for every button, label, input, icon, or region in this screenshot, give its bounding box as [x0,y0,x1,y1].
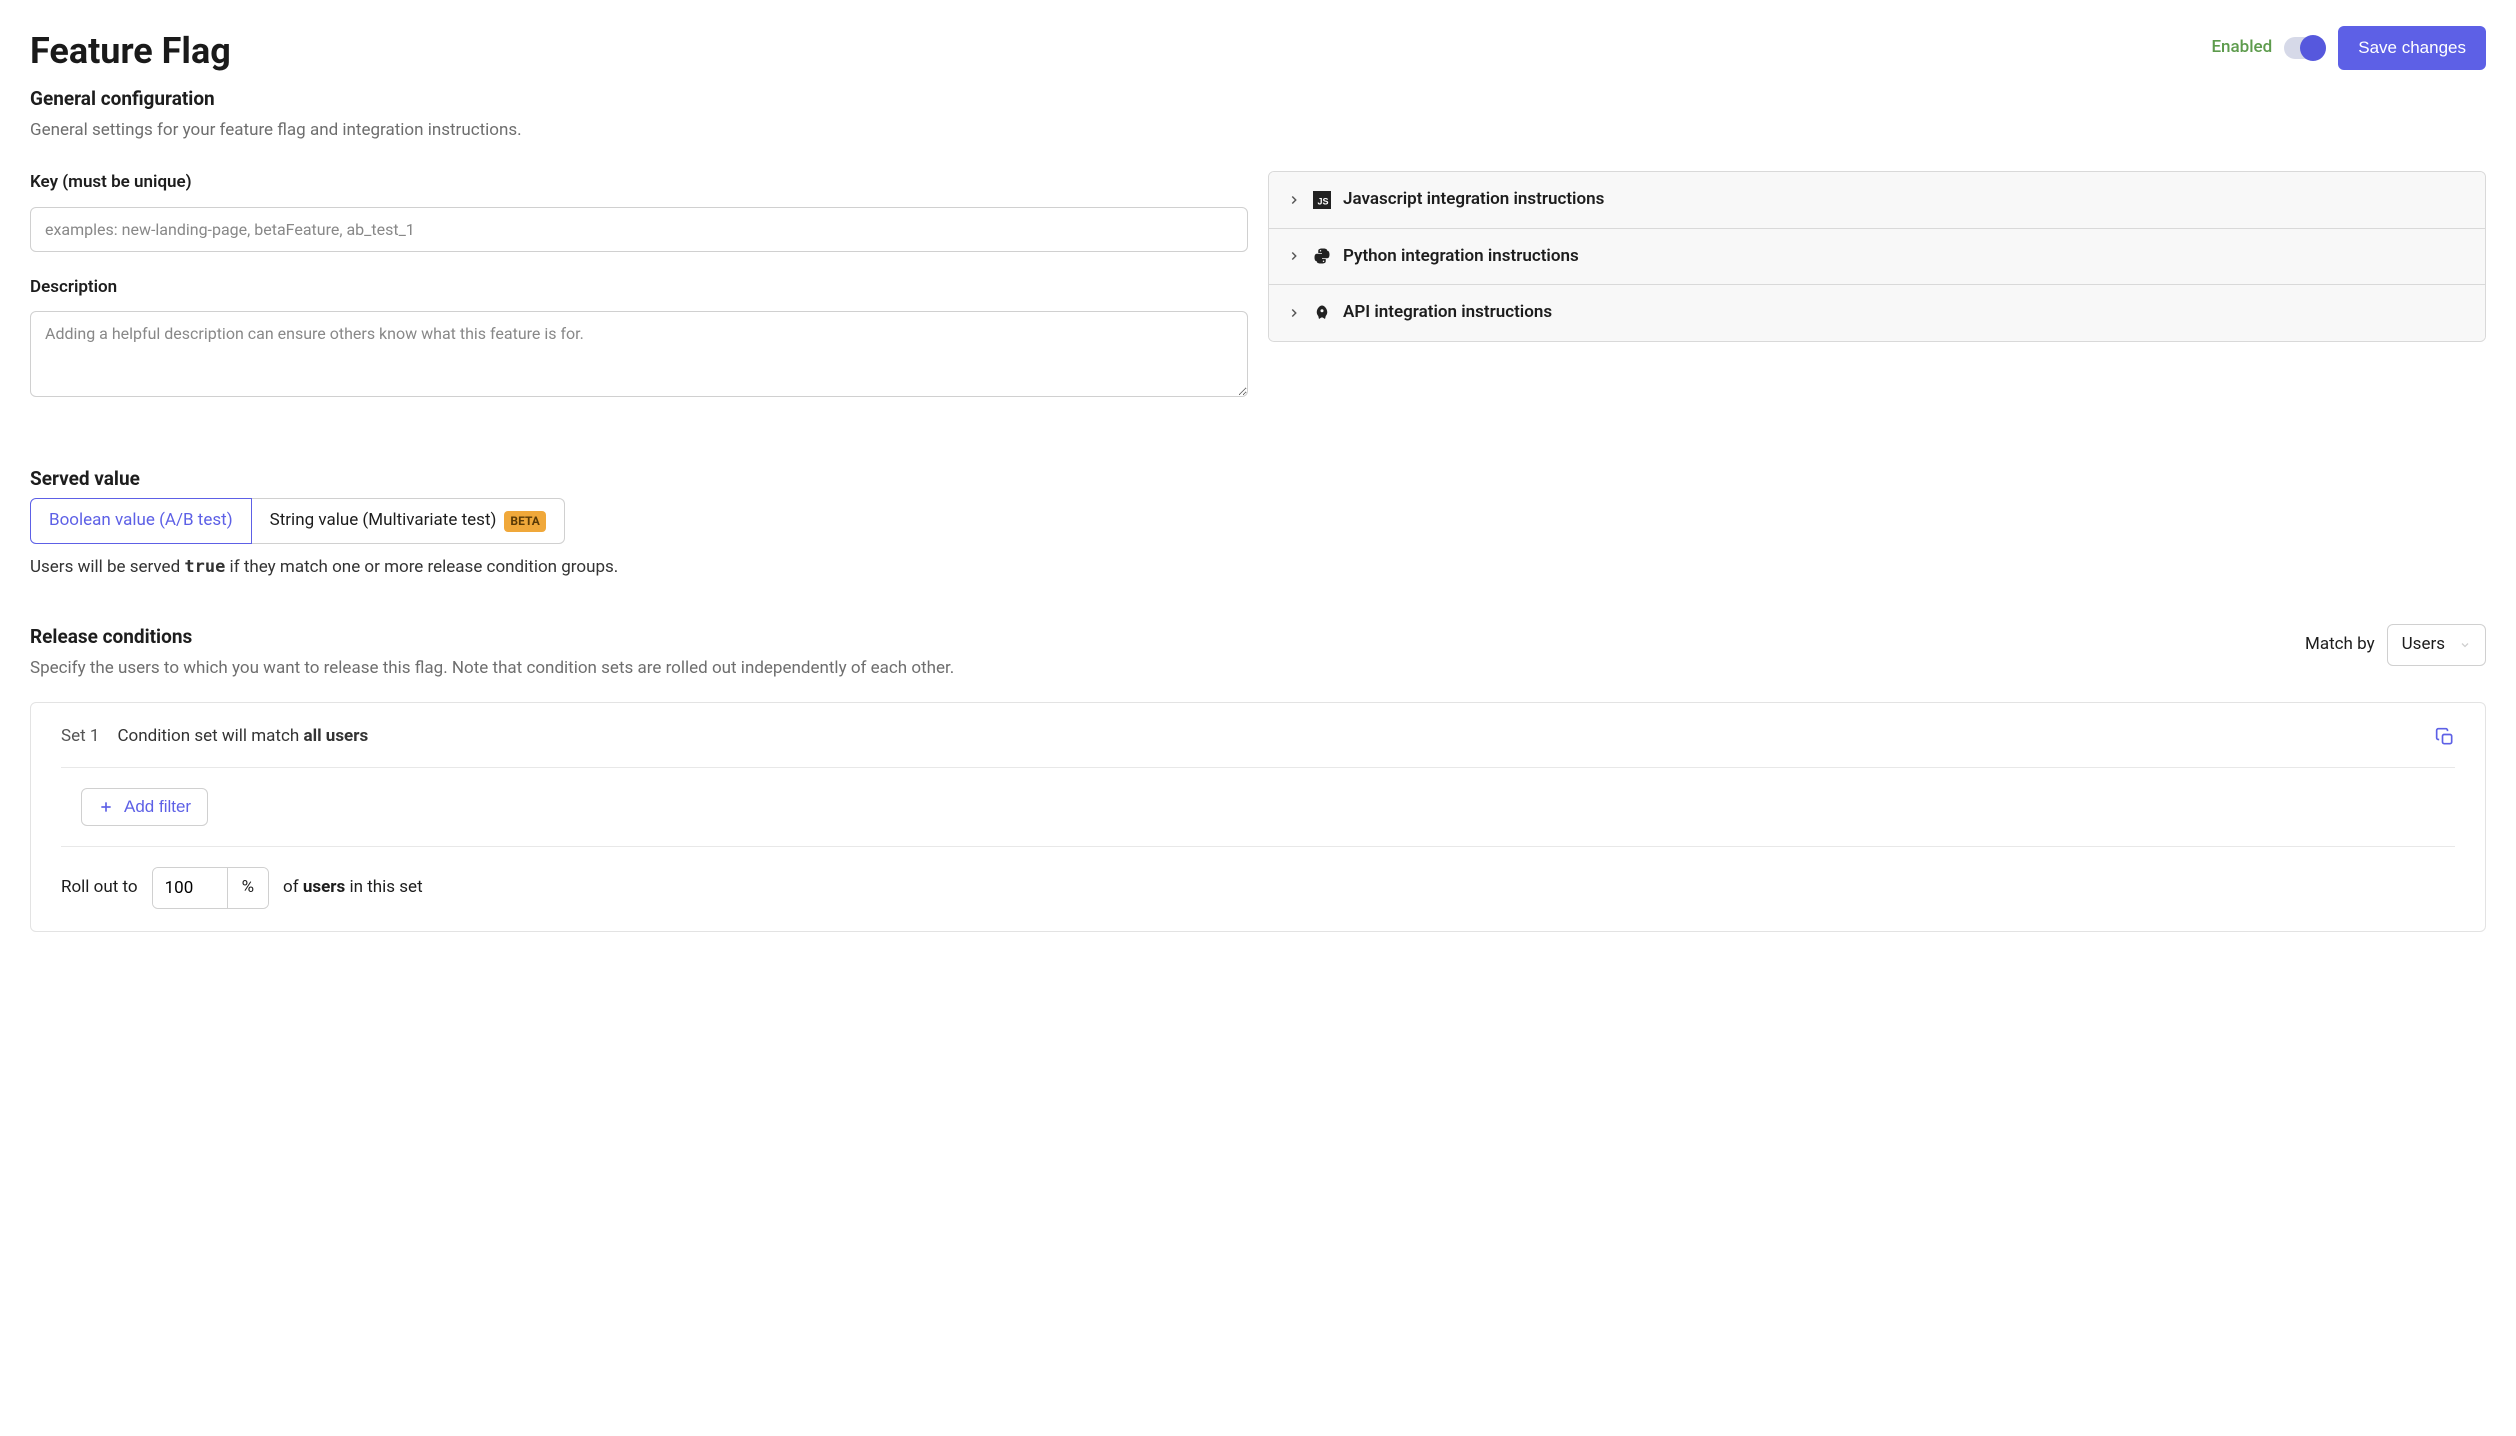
key-label: Key (must be unique) [30,171,1248,195]
plus-icon [98,799,114,815]
general-config-desc: General settings for your feature flag a… [30,119,2486,143]
chevron-right-icon [1287,249,1301,263]
rollout-input[interactable] [153,868,227,908]
set-desc: Condition set will match all users [117,725,368,749]
rollout-prefix: Roll out to [61,876,138,900]
release-conditions-desc: Specify the users to which you want to r… [30,657,954,681]
chevron-down-icon [2459,639,2471,651]
integration-accordion: JS Javascript integration instructions P… [1268,171,2486,342]
set-label: Set 1 [61,725,99,749]
page-title: Feature Flag [30,26,231,76]
add-filter-button[interactable]: Add filter [81,788,208,826]
tab-boolean[interactable]: Boolean value (A/B test) [30,498,252,544]
served-value-desc: Users will be served true if they match … [30,556,2486,580]
match-by-label: Match by [2305,633,2375,657]
svg-text:JS: JS [1318,196,1329,206]
integration-python[interactable]: Python integration instructions [1269,229,2485,286]
enabled-toggle[interactable] [2284,37,2326,59]
header-actions: Enabled Save changes [2211,26,2486,70]
tab-string[interactable]: String value (Multivariate test) BETA [252,498,565,544]
beta-badge: BETA [504,511,545,532]
integration-api[interactable]: API integration instructions [1269,285,2485,341]
rollout-after: of users in this set [283,876,423,900]
chevron-right-icon [1287,306,1301,320]
key-input[interactable] [30,207,1248,252]
description-label: Description [30,276,1248,300]
integration-api-label: API integration instructions [1343,301,1552,325]
served-value-tabs: Boolean value (A/B test) String value (M… [30,498,2486,544]
integration-js[interactable]: JS Javascript integration instructions [1269,172,2485,229]
rollout-suffix: % [227,868,268,908]
integration-python-label: Python integration instructions [1343,245,1579,269]
general-config-title: General configuration [30,86,2486,113]
add-filter-label: Add filter [124,797,191,817]
description-input[interactable] [30,311,1248,397]
match-by-value: Users [2402,633,2445,657]
served-value-title: Served value [30,466,2486,493]
release-conditions-title: Release conditions [30,624,954,651]
integration-js-label: Javascript integration instructions [1343,188,1604,212]
enabled-label: Enabled [2211,36,2272,60]
tab-boolean-label: Boolean value (A/B test) [49,509,233,533]
js-icon: JS [1313,191,1331,209]
tab-string-label: String value (Multivariate test) [270,509,497,533]
python-icon [1313,247,1331,265]
save-button[interactable]: Save changes [2338,26,2486,70]
match-by-select[interactable]: Users [2387,624,2486,666]
condition-set: Set 1 Condition set will match all users… [30,702,2486,932]
chevron-right-icon [1287,193,1301,207]
rocket-icon [1313,304,1331,322]
copy-icon[interactable] [2435,727,2455,747]
